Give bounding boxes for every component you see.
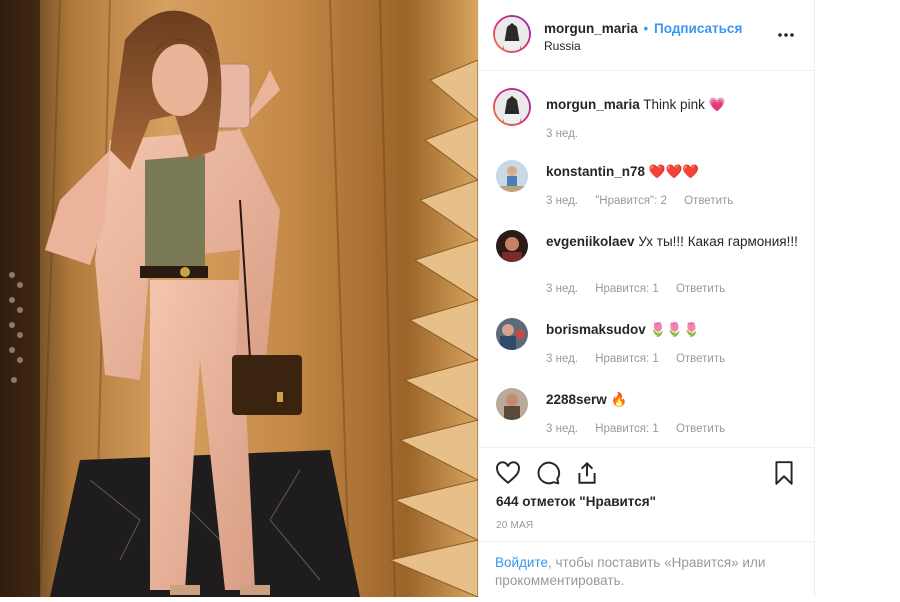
heart-icon[interactable] <box>495 460 523 488</box>
avatar-image <box>495 17 529 51</box>
caption-username[interactable]: morgun_maria <box>546 97 640 112</box>
caption-time[interactable]: 3 нед. <box>546 128 578 140</box>
more-horizontal-icon[interactable] <box>776 25 796 43</box>
commenter-avatar[interactable] <box>496 318 528 350</box>
comment-time[interactable]: 3 нед. <box>546 423 578 435</box>
reply-button[interactable]: Ответить <box>676 353 725 365</box>
post-header: morgun_maria • Подписаться Russia <box>479 0 814 71</box>
follow-separator: • <box>643 21 649 36</box>
comment-username[interactable]: borismaksudov <box>546 322 646 337</box>
comment-text: Ух ты!!! Какая гармония!!! <box>638 234 798 249</box>
share-icon[interactable] <box>574 460 602 488</box>
post-image <box>0 0 478 597</box>
comment-likes[interactable]: Нравится: 1 <box>595 283 659 295</box>
comment-text: 🔥 <box>610 392 628 407</box>
reply-button[interactable]: Ответить <box>684 195 733 207</box>
caption-avatar[interactable] <box>493 88 531 126</box>
comment-text: ❤️❤️❤️ <box>648 164 700 179</box>
bookmark-icon[interactable] <box>772 460 800 488</box>
comment-time[interactable]: 3 нед. <box>546 283 578 295</box>
comment-time[interactable]: 3 нед. <box>546 195 578 207</box>
login-link[interactable]: Войдите <box>495 555 548 570</box>
post-sidebar: morgun_maria • Подписаться Russia morgun… <box>478 0 815 597</box>
comment-likes[interactable]: Нравится: 1 <box>595 353 659 365</box>
post-date[interactable]: 20 МАЯ <box>496 520 533 531</box>
follow-button[interactable]: Подписаться <box>654 21 742 36</box>
login-prompt: Войдите, чтобы поставить «Нравится» или … <box>479 541 814 602</box>
comment-username[interactable]: evgeniikolaev <box>546 234 635 249</box>
caption-emoji: 💗 <box>708 97 726 112</box>
likes-count[interactable]: 644 отметок "Нравится" <box>496 494 656 509</box>
comment-likes[interactable]: "Нравится": 2 <box>595 195 667 207</box>
comment-icon[interactable] <box>535 460 563 488</box>
post-location[interactable]: Russia <box>544 39 581 53</box>
comment-text: 🌷🌷🌷 <box>649 322 700 337</box>
comment-username[interactable]: konstantin_n78 <box>546 164 645 179</box>
comment-likes[interactable]: Нравится: 1 <box>595 423 659 435</box>
author-avatar[interactable] <box>493 15 531 53</box>
reply-button[interactable]: Ответить <box>676 423 725 435</box>
commenter-avatar[interactable] <box>496 230 528 262</box>
comment-time[interactable]: 3 нед. <box>546 353 578 365</box>
author-username[interactable]: morgun_maria <box>544 21 638 36</box>
commenter-avatar[interactable] <box>496 160 528 192</box>
caption-text: Think pink <box>643 97 705 112</box>
commenter-avatar[interactable] <box>496 388 528 420</box>
reply-button[interactable]: Ответить <box>676 283 725 295</box>
comment-username[interactable]: 2288serw <box>546 392 607 407</box>
post-photo[interactable] <box>0 0 478 597</box>
